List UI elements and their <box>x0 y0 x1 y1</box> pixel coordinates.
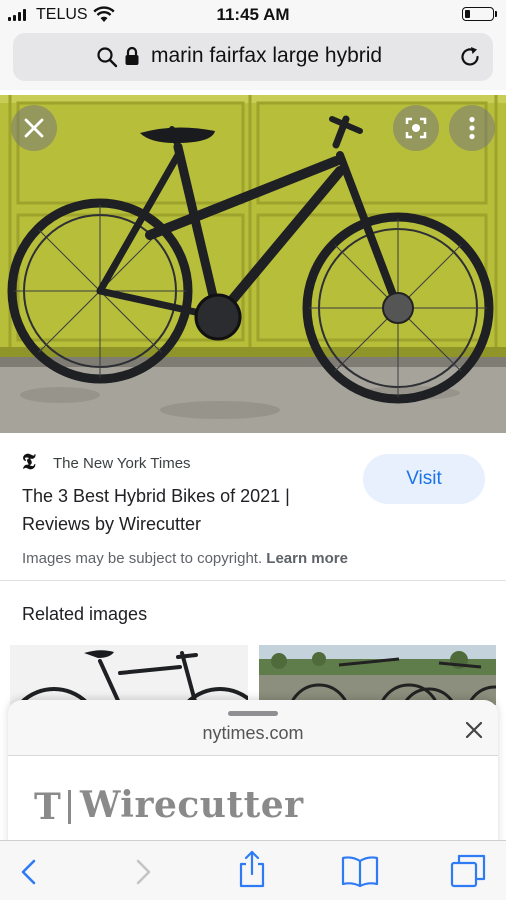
divider <box>0 580 506 581</box>
close-icon[interactable] <box>463 719 485 741</box>
sheet-domain[interactable]: nytimes.com <box>8 723 498 744</box>
battery-icon <box>462 7 494 21</box>
learn-more-link[interactable]: Learn more <box>266 550 348 567</box>
logo-divider <box>68 790 71 824</box>
related-image-1[interactable] <box>10 645 248 705</box>
copyright-text: Images may be subject to copyright. <box>22 550 263 567</box>
copyright-notice: Images may be subject to copyright. Lear… <box>22 550 348 567</box>
tabs-icon[interactable] <box>449 853 487 889</box>
more-options-button[interactable] <box>449 105 495 151</box>
lens-button[interactable] <box>393 105 439 151</box>
more-vertical-icon <box>469 116 475 140</box>
close-icon <box>24 118 44 138</box>
sheet-drag-handle[interactable] <box>228 711 278 716</box>
related-image-2[interactable] <box>259 645 496 705</box>
visit-button[interactable]: Visit <box>363 454 485 504</box>
wirecutter-logo: Wirecutter <box>80 784 304 826</box>
reload-icon[interactable] <box>458 45 482 69</box>
back-icon[interactable] <box>18 858 40 886</box>
bookmarks-icon[interactable] <box>340 854 380 888</box>
lock-icon <box>125 46 139 65</box>
lens-icon <box>405 117 427 139</box>
forward-icon[interactable] <box>132 858 154 886</box>
status-time: 11:45 AM <box>216 5 290 24</box>
url-text[interactable]: marin fairfax large hybrid <box>151 44 382 68</box>
result-title[interactable]: The 3 Best Hybrid Bikes of 2021 | Review… <box>22 482 352 538</box>
close-image-button[interactable] <box>11 105 57 151</box>
source-logo-icon: 𝕿 <box>22 449 36 475</box>
battery-cap <box>495 11 497 17</box>
search-icon <box>97 47 118 68</box>
nyt-logo-glyph: T <box>34 786 61 828</box>
related-image-1-illustration <box>16 650 248 705</box>
related-image-2-illustration <box>259 645 496 705</box>
related-images-heading: Related images <box>22 604 148 624</box>
share-icon[interactable] <box>236 849 268 889</box>
source-name[interactable]: The New York Times <box>53 455 191 472</box>
